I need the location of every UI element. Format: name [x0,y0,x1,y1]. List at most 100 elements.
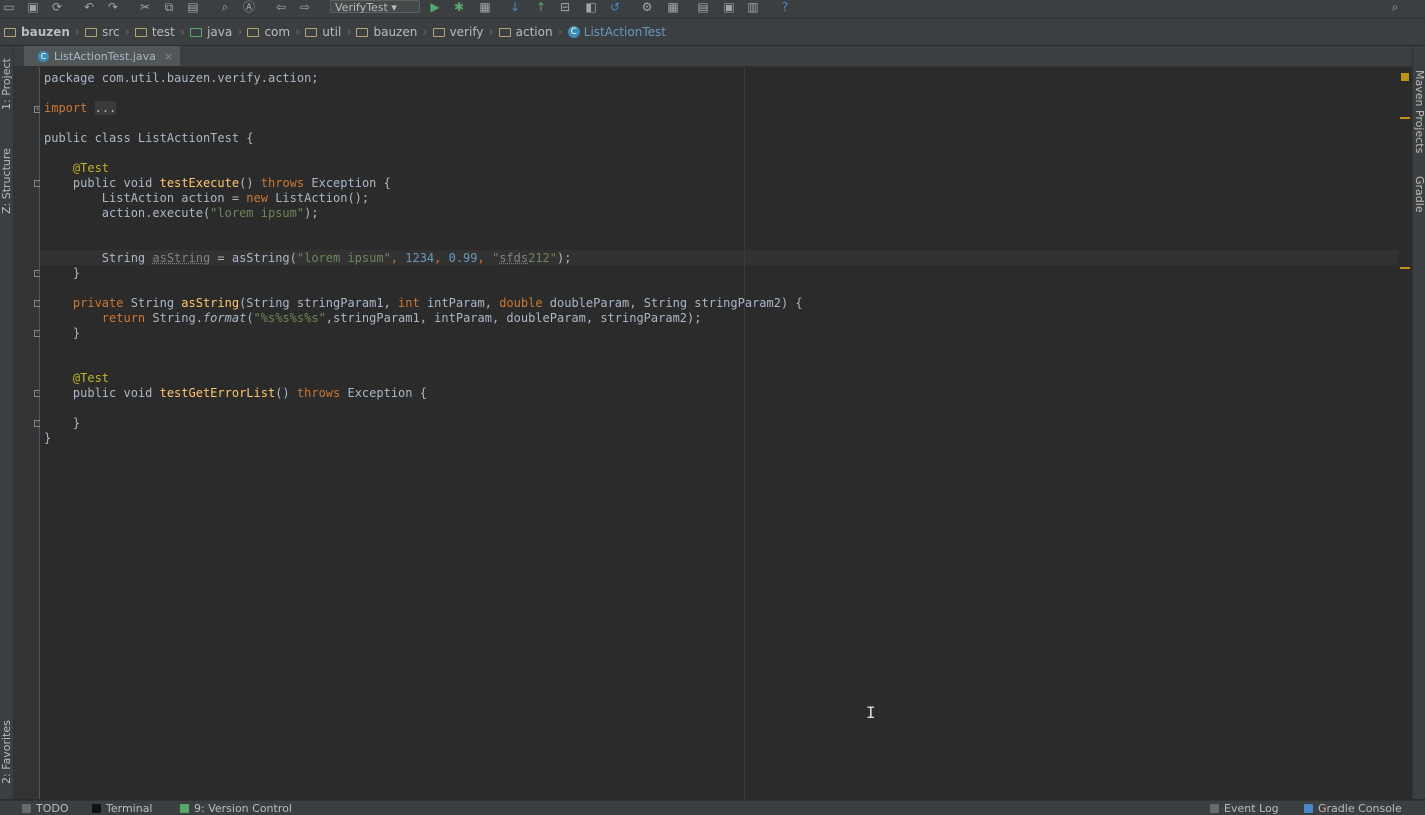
back-icon[interactable]: ⇦ [272,0,290,14]
code-line-annotation[interactable]: @Test [44,371,109,386]
todo-icon [22,804,31,813]
code-line-method-as-string[interactable]: private String asString(String stringPar… [44,296,803,311]
folded-import-block[interactable]: ... [94,101,117,115]
cut-icon[interactable]: ✂ [136,0,154,14]
coverage-icon[interactable]: ▦ [476,0,494,14]
sync-icon[interactable]: ⟳ [48,0,66,14]
breadcrumb-separator: › [74,24,81,40]
code-line-close-brace[interactable]: } [44,266,80,281]
breadcrumb-label: bauzen [373,25,418,39]
favorites-tool-tab[interactable]: 2: Favorites [0,706,13,784]
open-icon[interactable]: ▭ [0,0,18,14]
code-line-close-class[interactable]: } [44,431,51,446]
code-line-close-brace[interactable]: } [44,416,80,431]
favorites-tab-label: 2: Favorites [0,720,13,784]
breadcrumb-java[interactable]: java [186,19,236,45]
code-text: (String stringParam1, [239,296,399,310]
left-tool-strip: 1: Project Z: Structure 2: Favorites [0,46,14,799]
folder-icon [4,27,16,37]
sdk-manager-icon[interactable]: ▤ [694,0,712,14]
code-text: } [44,431,52,445]
breadcrumb-action[interactable]: action [495,19,557,45]
vcs-commit-icon[interactable]: ↑ [532,0,550,14]
code-line-return[interactable]: return String.format("%s%s%s%s",stringPa… [44,311,702,326]
code-line-execute[interactable]: action.execute("lorem ipsum"); [44,206,319,221]
terminal-tool-button[interactable]: Terminal [92,802,153,815]
code-text: intParam, [419,296,500,310]
avd-manager-icon[interactable]: ▣ [720,0,738,14]
tool-window-bar: TODO Terminal 9: Version Control Event L… [0,800,1425,815]
code-keyword: double [499,296,543,310]
run-configuration-select[interactable]: VerifyTest ▾ [330,0,420,14]
code-line-method-get-error-list[interactable]: public void testGetErrorList() throws Ex… [44,386,427,401]
settings-icon[interactable]: ⚙ [638,0,656,14]
breadcrumb-src[interactable]: src [81,19,124,45]
code-line-annotation[interactable]: @Test [44,161,109,176]
revert-icon[interactable]: ↺ [606,0,624,14]
run-icon[interactable]: ▶ [426,0,444,14]
breadcrumb-com[interactable]: com [243,19,294,45]
todo-tool-button[interactable]: TODO [22,802,69,815]
gradle-tool-tab[interactable]: Gradle [1413,176,1425,226]
replace-icon[interactable]: Ⓐ [240,0,258,14]
breadcrumb-class[interactable]: C ListActionTest [564,19,670,45]
code-keyword: new [246,191,268,205]
code-line-close-brace[interactable]: } [44,326,80,341]
editor-tab-listactiontest[interactable]: C ListActionTest.java × [24,46,180,66]
folder-icon [190,27,203,37]
warning-marker[interactable] [1400,117,1410,119]
structure-tool-tab[interactable]: Z: Structure [0,138,13,214]
code-line-class-decl[interactable]: public class ListActionTest { [44,131,254,146]
redo-icon[interactable]: ↷ [104,0,122,14]
code-keyword: int [398,296,420,310]
event-log-tool-button[interactable]: Event Log [1210,802,1279,815]
warning-indicator-icon[interactable] [1401,73,1409,81]
breadcrumb-bauzen[interactable]: bauzen [352,19,421,45]
search-everywhere-icon[interactable]: ⌕ [1386,0,1404,14]
find-icon[interactable]: ⌕ [216,0,234,14]
forward-icon[interactable]: ⇨ [296,0,314,14]
breadcrumb-verify[interactable]: verify [429,19,488,45]
code-line-new-action[interactable]: ListAction action = new ListAction(); [44,191,369,206]
code-text: package com.util.bauzen.verify.action; [44,71,319,85]
editor-gutter[interactable]: + - - - - - - [14,67,41,799]
close-icon[interactable]: × [164,50,173,63]
editor-tab-bar: C ListActionTest.java × [14,46,1412,67]
breadcrumb-label: test [151,25,175,39]
breadcrumb-util[interactable]: util [301,19,345,45]
breadcrumb-label: action [515,25,553,39]
folder-icon [247,27,260,37]
vcs-update-icon[interactable]: ↓ [506,0,524,14]
history-icon[interactable]: ◧ [582,0,600,14]
breadcrumb-separator: › [422,24,428,40]
code-line-import[interactable]: import ... [44,101,117,116]
save-icon[interactable]: ▣ [24,0,42,14]
code-line-as-string-call[interactable]: String asString = asString("lorem ipsum"… [44,251,572,266]
breadcrumb-test[interactable]: test [131,19,179,45]
run-config-label: VerifyTest [335,1,388,14]
code-keyword: throws [260,176,305,190]
android-icon[interactable]: ▥ [744,0,762,14]
code-editor[interactable]: package com.util.bauzen.verify.action; i… [40,67,1398,799]
warning-marker[interactable] [1400,267,1410,269]
code-line-package[interactable]: package com.util.bauzen.verify.action; [44,71,319,86]
undo-icon[interactable]: ↶ [80,0,98,14]
maven-projects-tool-tab[interactable]: Maven Projects [1413,70,1425,160]
code-line-method-test-execute[interactable]: public void testExecute() throws Excepti… [44,176,391,191]
project-tool-tab[interactable]: 1: Project [0,50,13,110]
code-annotation: @Test [72,371,110,385]
terminal-label: Terminal [106,802,153,815]
navigation-bar: bauzen › src › test › java › com › util … [0,19,1425,46]
help-icon[interactable]: ? [776,0,794,14]
gradle-console-tool-button[interactable]: Gradle Console [1304,802,1402,815]
copy-icon[interactable]: ⧉ [160,0,178,14]
terminal-icon [92,804,101,813]
project-structure-icon[interactable]: ▦ [664,0,682,14]
compare-icon[interactable]: ⊟ [556,0,574,14]
paste-icon[interactable]: ▤ [184,0,202,14]
error-stripe[interactable] [1398,67,1412,799]
breadcrumb-bauzen-root[interactable]: bauzen [0,19,74,45]
version-control-tool-button[interactable]: 9: Version Control [180,802,292,815]
folder-icon [498,27,511,37]
debug-icon[interactable]: ✱ [450,0,468,14]
